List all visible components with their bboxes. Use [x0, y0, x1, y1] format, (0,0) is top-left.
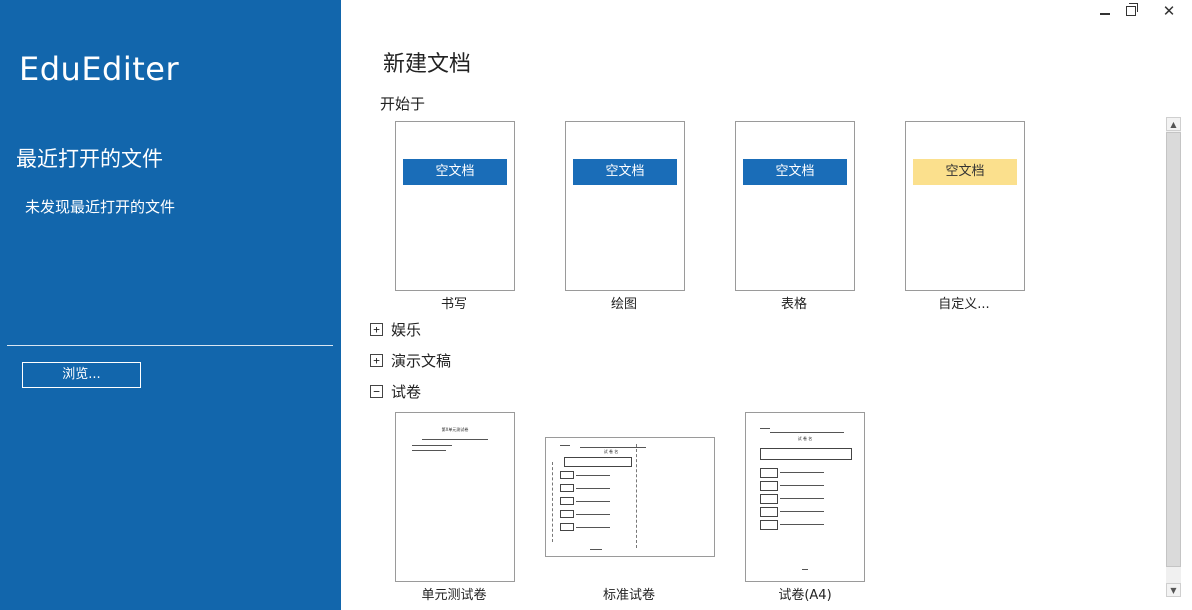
template-caption-custom: 自定义...	[938, 297, 990, 312]
score-box	[760, 494, 778, 504]
doc-line	[780, 511, 824, 512]
score-box	[560, 471, 574, 479]
exam-doc-title: 试 卷 名	[603, 449, 619, 454]
score-table	[564, 457, 632, 467]
doc-line	[422, 439, 488, 440]
sidebar: EduEditer 最近打开的文件 未发现最近打开的文件 浏览...	[0, 0, 341, 610]
score-box	[560, 510, 574, 518]
score-box	[560, 497, 574, 505]
close-icon: ✕	[1162, 2, 1176, 20]
exam-card-standard[interactable]: 试 卷 名	[545, 437, 715, 557]
group-label: 试卷	[391, 382, 422, 401]
scroll-down-button[interactable]: ▼	[1166, 583, 1181, 597]
group-label: 娱乐	[391, 320, 422, 339]
doc-line	[576, 488, 610, 489]
doc-line	[780, 485, 824, 486]
doc-line	[560, 445, 570, 446]
doc-line	[802, 569, 808, 570]
group-label: 演示文稿	[391, 351, 452, 370]
collapse-icon[interactable]: −	[370, 384, 383, 398]
exam-caption-standard: 标准试卷	[602, 588, 655, 603]
browse-button[interactable]: 浏览...	[22, 362, 141, 388]
score-table	[760, 448, 852, 460]
exam-doc-title: 试 卷 名	[797, 436, 813, 441]
section-start-label: 开始于	[380, 95, 426, 113]
template-card-custom[interactable]: 空文档	[905, 121, 1025, 291]
score-box	[760, 520, 778, 530]
score-box	[760, 507, 778, 517]
exam-caption-unit-test: 单元测试卷	[421, 588, 487, 603]
triangle-down-icon: ▼	[1170, 585, 1177, 595]
restore-button[interactable]	[1118, 0, 1144, 22]
doc-line	[760, 428, 770, 429]
triangle-up-icon: ▲	[1170, 119, 1177, 129]
doc-line	[576, 527, 610, 528]
expand-icon[interactable]: +	[370, 322, 383, 336]
score-box	[760, 468, 778, 478]
template-banner: 空文档	[913, 159, 1017, 185]
group-exam[interactable]: − 试卷	[370, 382, 422, 401]
doc-line	[780, 472, 824, 473]
group-presentation[interactable]: + 演示文稿	[370, 351, 452, 370]
doc-line	[780, 498, 824, 499]
recent-files-heading: 最近打开的文件	[16, 147, 163, 171]
doc-line	[576, 501, 610, 502]
binding-line	[552, 462, 553, 542]
score-box	[760, 481, 778, 491]
group-entertainment[interactable]: + 娱乐	[370, 320, 422, 339]
doc-line	[590, 549, 602, 550]
doc-line	[412, 445, 452, 446]
close-button[interactable]: ✕	[1146, 0, 1192, 22]
minimize-button[interactable]	[1092, 0, 1118, 22]
doc-line	[412, 450, 446, 451]
template-caption-table: 表格	[780, 297, 807, 312]
expand-icon[interactable]: +	[370, 353, 383, 367]
template-banner: 空文档	[743, 159, 847, 185]
template-banner: 空文档	[573, 159, 677, 185]
doc-line	[576, 475, 610, 476]
doc-line	[770, 432, 844, 433]
template-card-table[interactable]: 空文档	[735, 121, 855, 291]
template-banner: 空文档	[403, 159, 507, 185]
score-box	[560, 484, 574, 492]
doc-line	[780, 524, 824, 525]
scrollbar-thumb[interactable]	[1166, 132, 1181, 567]
template-card-drawing[interactable]: 空文档	[565, 121, 685, 291]
fold-line	[636, 444, 637, 548]
exam-caption-a4: 试卷(A4)	[778, 588, 832, 603]
restore-icon	[1126, 3, 1138, 16]
template-card-writing[interactable]: 空文档	[395, 121, 515, 291]
sidebar-divider	[7, 345, 333, 346]
minimize-icon	[1100, 13, 1110, 15]
template-caption-writing: 书写	[440, 297, 467, 312]
scroll-up-button[interactable]: ▲	[1166, 117, 1181, 131]
page-title: 新建文档	[383, 52, 472, 77]
recent-files-empty-message: 未发现最近打开的文件	[25, 198, 176, 216]
app-title: EduEditer	[19, 50, 180, 88]
template-caption-drawing: 绘图	[610, 297, 637, 312]
doc-line	[576, 514, 610, 515]
exam-card-a4[interactable]: 试 卷 名	[745, 412, 865, 582]
score-box	[560, 523, 574, 531]
exam-doc-title: 第X单元测试卷	[441, 427, 469, 432]
exam-card-unit-test[interactable]: 第X单元测试卷	[395, 412, 515, 582]
